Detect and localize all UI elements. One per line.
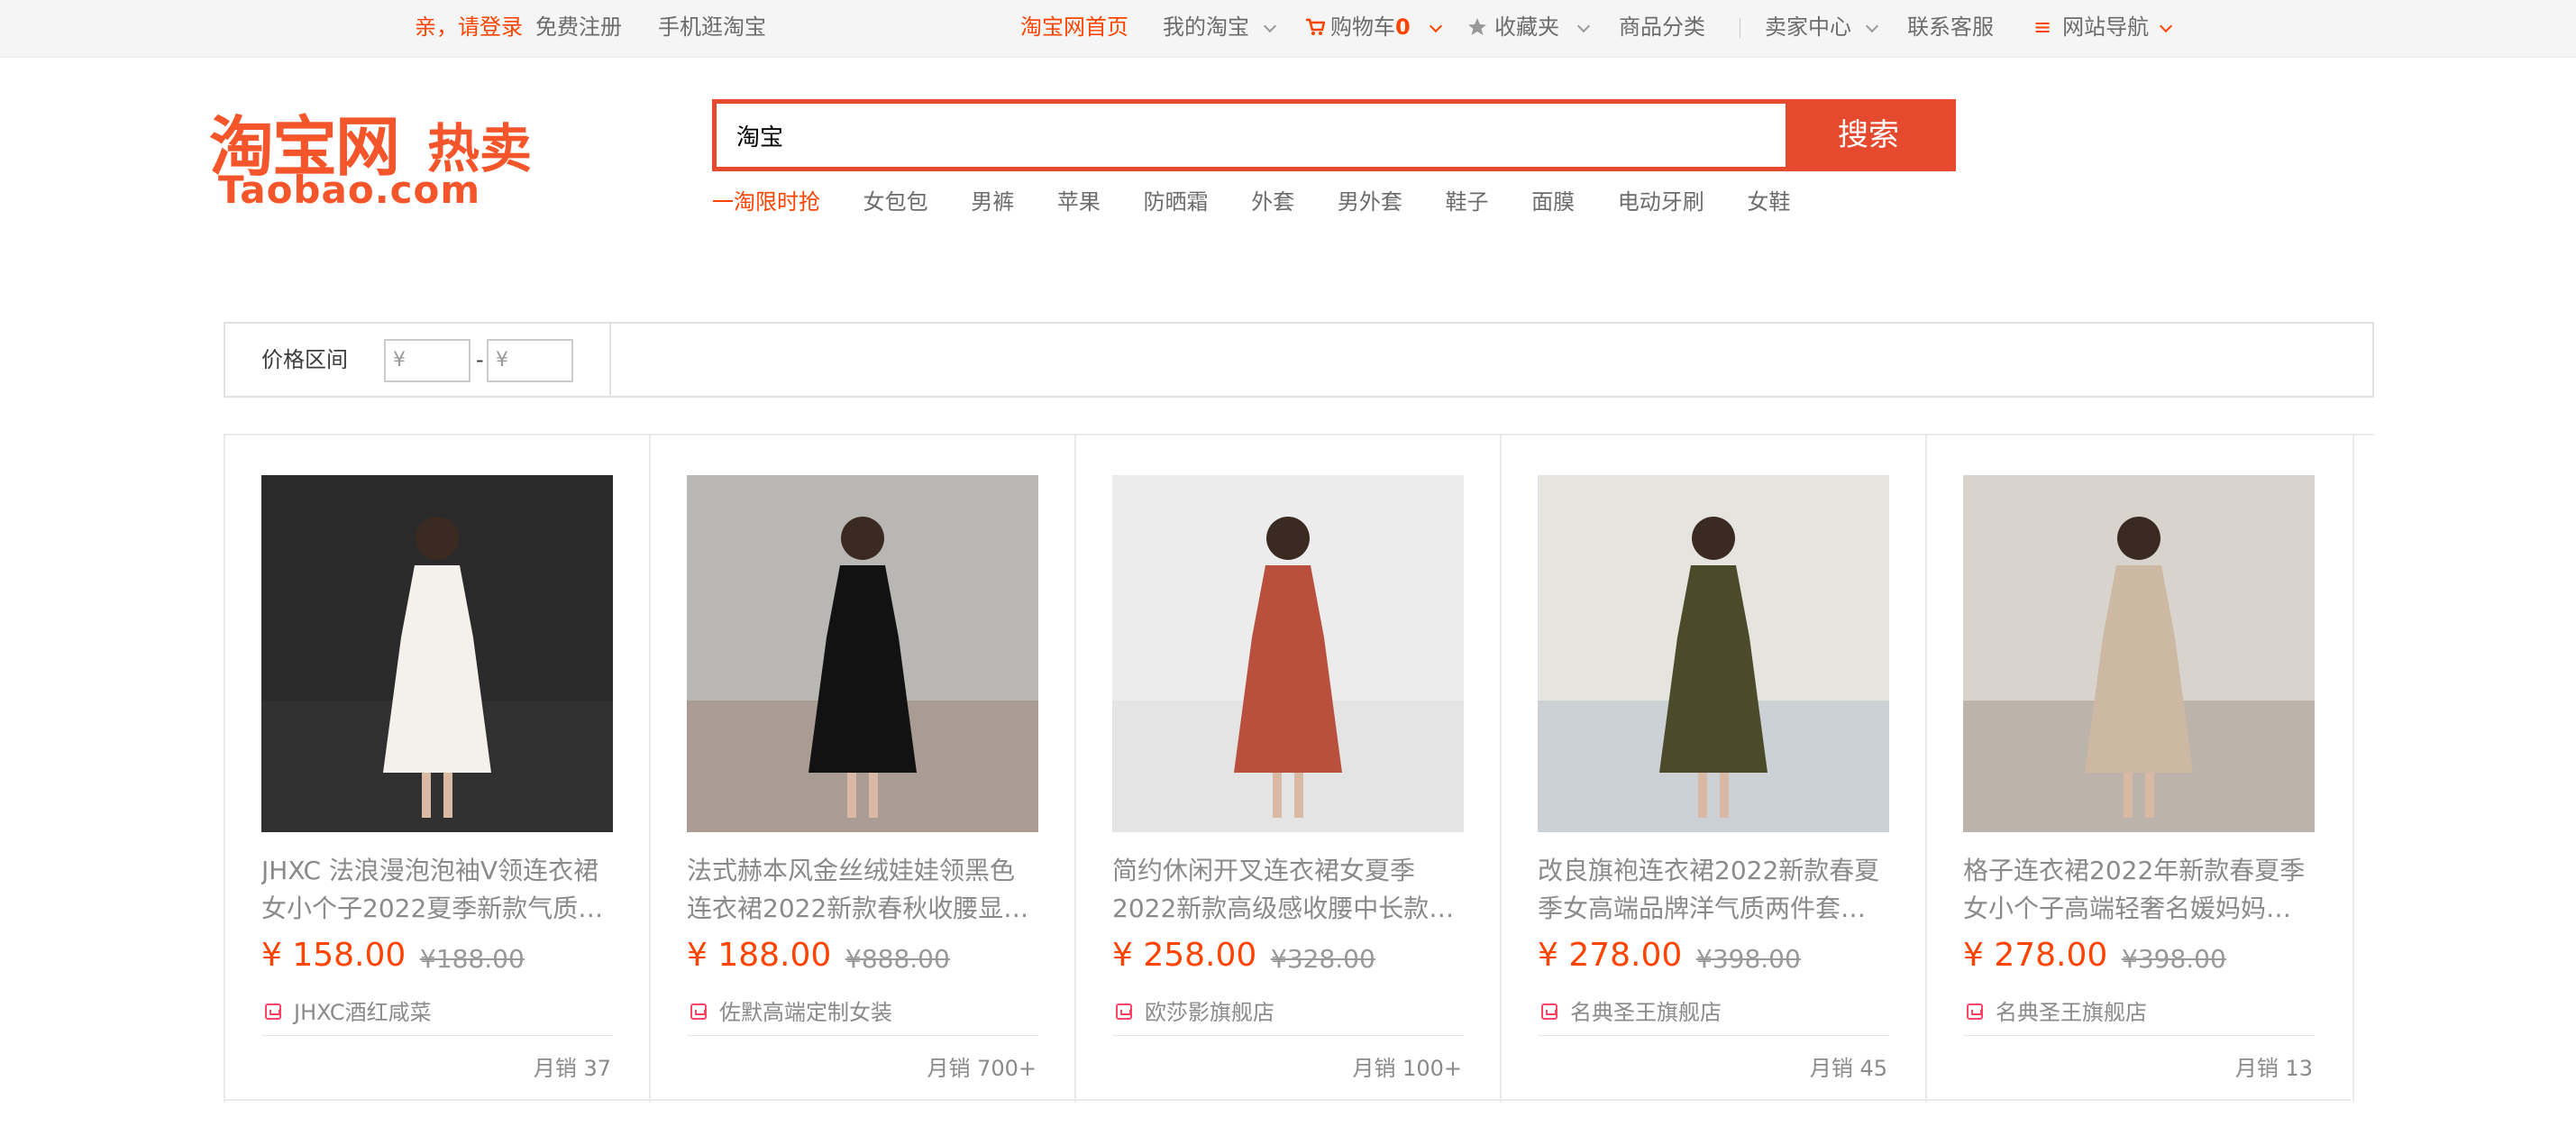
product-image[interactable] [1112, 475, 1464, 832]
monthly-sales: 月销 100+ [1352, 1056, 1462, 1081]
product-original-price: ¥328.00 [1271, 944, 1375, 974]
product-title[interactable]: JHXC 法浪漫泡泡袖V领连衣裙女小个子2022夏季新款气质… [261, 852, 613, 928]
product-price: ¥ 278.00 [1538, 937, 1683, 974]
product-image[interactable] [687, 475, 1038, 832]
product-card[interactable]: 简约休闲开叉连衣裙女夏季2022新款高级感收腰中长款… ¥ 258.00 ¥328.… [1074, 435, 1500, 1103]
monthly-sales: 月销 45 [1809, 1056, 1887, 1081]
shop-link[interactable]: 名典圣王旗舰店 [1963, 996, 2315, 1036]
hot-word-link[interactable]: 苹果 [1057, 184, 1101, 215]
chevron-down-icon [1429, 19, 1443, 33]
product-card[interactable]: 法式赫本风金丝绒娃娃领黑色连衣裙2022新款春秋收腰显… ¥ 188.00 ¥888… [649, 435, 1074, 1103]
chevron-down-icon [1576, 19, 1591, 33]
taobao-logo[interactable]: 淘宝网 热卖 Taobao.com [209, 94, 606, 212]
search-box: 搜索 [712, 99, 1956, 171]
hot-word-link[interactable]: 女包包 [863, 184, 928, 215]
chevron-down-icon [1865, 19, 1879, 33]
product-title[interactable]: 改良旗袍连衣裙2022新款春夏季女高端品牌洋气质两件套… [1538, 852, 1889, 928]
shop-link[interactable]: JHXC酒红咸菜 [261, 996, 613, 1036]
hot-word-link[interactable]: 鞋子 [1445, 184, 1488, 215]
seller-center-menu[interactable]: 卖家中心 [1765, 0, 1851, 58]
product-image[interactable] [1963, 475, 2315, 832]
shop-link[interactable]: 佐默高端定制女装 [687, 996, 1038, 1036]
shop-icon [1541, 1003, 1557, 1020]
shop-link[interactable]: 名典圣王旗舰店 [1538, 996, 1889, 1036]
divider [609, 324, 611, 396]
hot-word-link[interactable]: 面膜 [1531, 184, 1575, 215]
cart-label: 购物车 [1330, 14, 1395, 40]
hot-word-link[interactable]: 防晒霜 [1144, 184, 1209, 215]
product-price: ¥ 258.00 [1112, 937, 1257, 974]
hot-word-link[interactable]: 男外套 [1338, 184, 1402, 215]
hot-word-link[interactable]: 男裤 [971, 184, 1014, 215]
menu-icon: ≡ [2033, 14, 2052, 40]
price-range-label: 价格区间 [261, 347, 348, 372]
shop-link[interactable]: 欧莎影旗舰店 [1112, 996, 1464, 1036]
divider [2352, 435, 2354, 1103]
site-nav-menu[interactable]: ≡ 网站导航 [2033, 0, 2149, 58]
hot-word-link[interactable]: 女鞋 [1747, 184, 1790, 215]
product-title[interactable]: 简约休闲开叉连衣裙女夏季2022新款高级感收腰中长款… [1112, 852, 1464, 928]
cart-menu[interactable]: 购物车0 [1305, 0, 1411, 58]
product-card[interactable]: 格子连衣裙2022年新款春夏季女小个子高端轻奢名媛妈妈… ¥ 278.00 ¥398… [1925, 435, 2351, 1103]
shop-name: 欧莎影旗舰店 [1145, 1000, 1274, 1025]
shop-icon [265, 1003, 281, 1020]
price-min-input[interactable]: ¥ [384, 339, 470, 382]
customer-service-link[interactable]: 联系客服 [1907, 0, 1994, 58]
product-grid: JHXC 法浪漫泡泡袖V领连衣裙女小个子2022夏季新款气质… ¥ 158.00 ¥… [224, 434, 2374, 1127]
product-original-price: ¥398.00 [1696, 944, 1801, 974]
shop-icon [690, 1003, 707, 1020]
categories-link[interactable]: 商品分类 [1619, 0, 1705, 58]
shop-name: 名典圣王旗舰店 [1570, 1000, 1722, 1025]
chevron-down-icon [1263, 19, 1277, 33]
shop-name: 名典圣王旗舰店 [1996, 1000, 2147, 1025]
chevron-down-icon [2159, 19, 2173, 33]
search-input[interactable] [717, 104, 1790, 167]
product-image[interactable] [261, 475, 613, 832]
hot-word-link[interactable]: 外套 [1251, 184, 1294, 215]
product-price: ¥ 188.00 [687, 937, 832, 974]
mobile-taobao-link[interactable]: 手机逛淘宝 [658, 0, 766, 58]
cart-count: 0 [1395, 14, 1411, 40]
price-filter-bar: 价格区间 ¥ - ¥ [224, 322, 2374, 398]
product-card[interactable]: JHXC 法浪漫泡泡袖V领连衣裙女小个子2022夏季新款气质… ¥ 158.00 ¥… [224, 435, 649, 1103]
product-title[interactable]: 法式赫本风金丝绒娃娃领黑色连衣裙2022新款春秋收腰显… [687, 852, 1038, 928]
monthly-sales: 月销 13 [2234, 1056, 2313, 1081]
price-dash: - [476, 347, 484, 372]
product-price: ¥ 278.00 [1963, 937, 2108, 974]
product-title[interactable]: 格子连衣裙2022年新款春夏季女小个子高端轻奢名媛妈妈… [1963, 852, 2315, 928]
login-link[interactable]: 亲，请登录 [415, 0, 523, 58]
cart-icon [1306, 18, 1326, 35]
shop-name: JHXC酒红咸菜 [294, 1000, 432, 1025]
shop-name: 佐默高端定制女装 [719, 1000, 892, 1025]
product-price: ¥ 158.00 [261, 937, 406, 974]
search-button[interactable]: 搜索 [1786, 104, 1951, 167]
product-image[interactable] [1538, 475, 1889, 832]
top-nav-bar: 亲，请登录 免费注册 手机逛淘宝 淘宝网首页 我的淘宝 购物车0 收藏夹 商品分… [0, 0, 2576, 58]
taobao-home-link[interactable]: 淘宝网首页 [1020, 0, 1128, 58]
product-card[interactable]: 改良旗袍连衣裙2022新款春夏季女高端品牌洋气质两件套… ¥ 278.00 ¥398… [1500, 435, 1925, 1103]
hot-search-words: 一淘限时抢 女包包 男裤 苹果 防晒霜 外套 男外套 鞋子 面膜 电动牙刷 女鞋 [712, 184, 1826, 220]
product-original-price: ¥888.00 [845, 944, 950, 974]
logo-domain-text: Taobao.com [218, 168, 481, 212]
my-taobao-menu[interactable]: 我的淘宝 [1163, 0, 1249, 58]
price-max-input[interactable]: ¥ [487, 339, 573, 382]
product-original-price: ¥398.00 [2122, 944, 2226, 974]
monthly-sales: 月销 700+ [927, 1056, 1037, 1081]
shop-icon [1967, 1003, 1983, 1020]
monthly-sales: 月销 37 [533, 1056, 611, 1081]
favorites-menu[interactable]: 收藏夹 [1467, 0, 1559, 58]
site-nav-label: 网站导航 [2062, 14, 2150, 40]
hot-word-link[interactable]: 一淘限时抢 [712, 184, 820, 215]
favorites-label: 收藏夹 [1494, 14, 1559, 40]
shop-icon [1116, 1003, 1132, 1020]
hot-word-link[interactable]: 电动牙刷 [1618, 184, 1704, 215]
star-icon [1468, 18, 1486, 35]
product-original-price: ¥188.00 [420, 944, 525, 974]
register-link[interactable]: 免费注册 [535, 0, 622, 58]
